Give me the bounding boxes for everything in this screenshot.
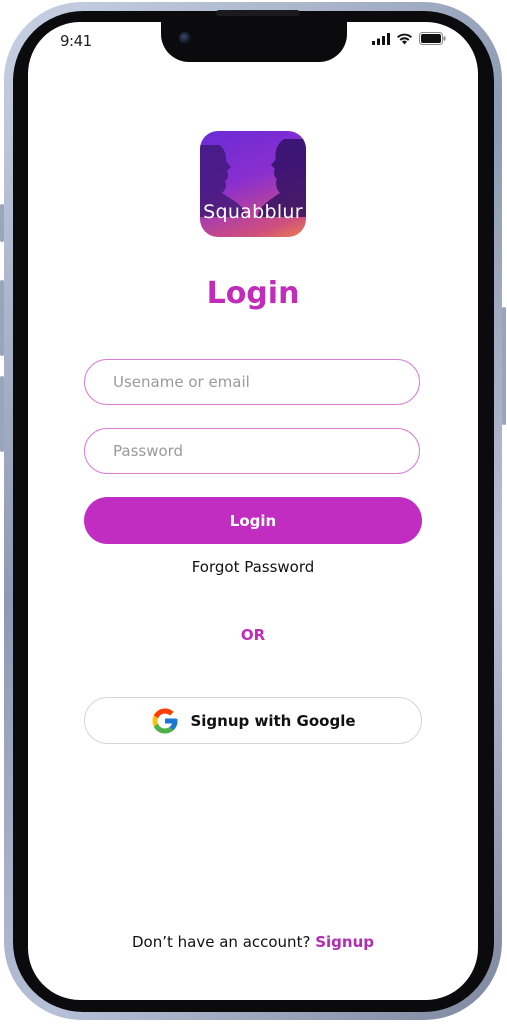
google-signup-button[interactable]: Signup with Google — [84, 697, 422, 744]
speaker-grille — [216, 10, 300, 16]
username-input[interactable] — [84, 359, 420, 405]
wifi-icon — [397, 33, 412, 44]
status-time: 9:41 — [60, 32, 92, 50]
or-divider: OR — [240, 626, 266, 644]
volume-down-button — [0, 376, 4, 452]
password-input[interactable] — [84, 428, 420, 474]
cellular-signal-icon — [372, 32, 390, 45]
status-icons — [372, 32, 446, 45]
action-button — [0, 204, 4, 242]
volume-up-button — [0, 280, 4, 356]
power-button — [502, 307, 506, 425]
battery-icon — [419, 32, 446, 45]
forgot-password-link[interactable]: Forgot Password — [28, 558, 478, 576]
signup-prompt: Don’t have an account? Signup — [28, 933, 478, 951]
login-button[interactable]: Login — [84, 497, 422, 544]
google-g-icon — [152, 708, 178, 733]
logo-text: Squabblur — [203, 201, 303, 223]
page-title: Login — [206, 276, 300, 311]
front-camera-icon — [179, 32, 191, 44]
no-account-text: Don’t have an account? — [132, 933, 311, 951]
screen: 9:41 Squabblur Login Login Fo — [28, 22, 478, 1000]
signup-link[interactable]: Signup — [315, 933, 374, 951]
app-logo: Squabblur — [200, 131, 306, 237]
google-signup-label: Signup with Google — [190, 711, 356, 730]
notch — [161, 22, 347, 62]
